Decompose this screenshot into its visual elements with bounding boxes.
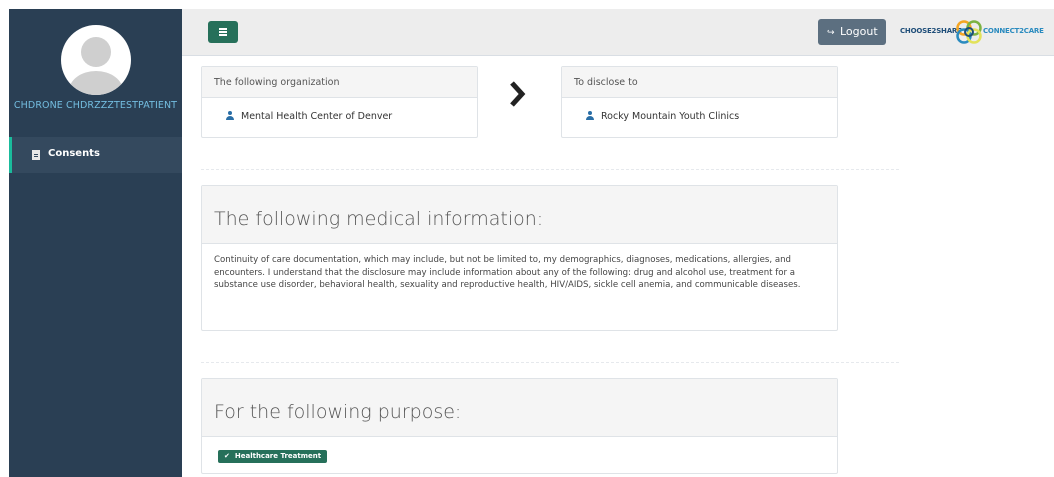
medical-card-header: The following medical information:: [202, 186, 837, 244]
brand-right-text: CONNECT2CARE: [983, 27, 1044, 35]
brand-rings-icon: [956, 20, 982, 44]
top-navbar: ↪ Logout CHOOSE2SHARE CONNECT2CARE: [182, 9, 1054, 56]
to-card-title: To disclose to: [574, 77, 638, 88]
purpose-card-title: For the following purpose:: [214, 401, 462, 423]
logout-button[interactable]: ↪ Logout: [818, 19, 886, 45]
hamburger-icon: [219, 28, 227, 30]
avatar-head: [81, 37, 111, 67]
medical-description: Continuity of care documentation, which …: [214, 255, 801, 291]
from-organization-card: The following organization Mental Health…: [201, 66, 478, 138]
sign-out-icon: ↪: [827, 28, 835, 38]
from-card-title: The following organization: [214, 77, 340, 88]
profile-panel: CHDRONE CHDRZZZTESTPATIENT: [9, 9, 182, 132]
to-card-header: To disclose to: [562, 67, 837, 98]
logout-label: Logout: [840, 25, 878, 38]
section-divider: [201, 362, 899, 363]
file-icon: [32, 150, 40, 160]
from-card-body: Mental Health Center of Denver: [202, 98, 477, 122]
to-organization-card: To disclose to Rocky Mountain Youth Clin…: [561, 66, 838, 138]
user-icon: [586, 111, 594, 120]
user-icon: [226, 111, 234, 120]
purpose-card: For the following purpose: ✔ Healthcare T…: [201, 378, 838, 474]
brand-logo: CHOOSE2SHARE CONNECT2CARE: [900, 16, 1044, 48]
sidebar-item-label: Consents: [48, 148, 100, 159]
brand-left-text: CHOOSE2SHARE: [900, 27, 962, 35]
medical-card-title: The following medical information:: [214, 208, 544, 230]
avatar-shoulders: [69, 71, 123, 95]
medical-card-body: Continuity of care documentation, which …: [202, 244, 837, 292]
sidebar-item-consents[interactable]: Consents: [9, 137, 182, 173]
from-card-header: The following organization: [202, 67, 477, 98]
to-card-body: Rocky Mountain Youth Clinics: [562, 98, 837, 122]
from-org-name: Mental Health Center of Denver: [241, 111, 393, 122]
purpose-card-header: For the following purpose:: [202, 379, 837, 437]
to-org-name: Rocky Mountain Youth Clinics: [601, 111, 740, 122]
purpose-badge-label: Healthcare Treatment: [234, 452, 322, 460]
medical-information-card: The following medical information: Conti…: [201, 185, 838, 331]
sidebar: CHDRONE CHDRZZZTESTPATIENT Consents: [9, 9, 182, 477]
chevron-right-icon: [510, 81, 526, 107]
section-divider: [201, 169, 899, 170]
avatar: [61, 25, 131, 95]
purpose-badge: ✔ Healthcare Treatment: [218, 450, 328, 463]
user-name: CHDRONE CHDRZZZTESTPATIENT: [13, 100, 178, 111]
check-icon: ✔: [224, 452, 230, 460]
menu-toggle-button[interactable]: [208, 21, 238, 43]
